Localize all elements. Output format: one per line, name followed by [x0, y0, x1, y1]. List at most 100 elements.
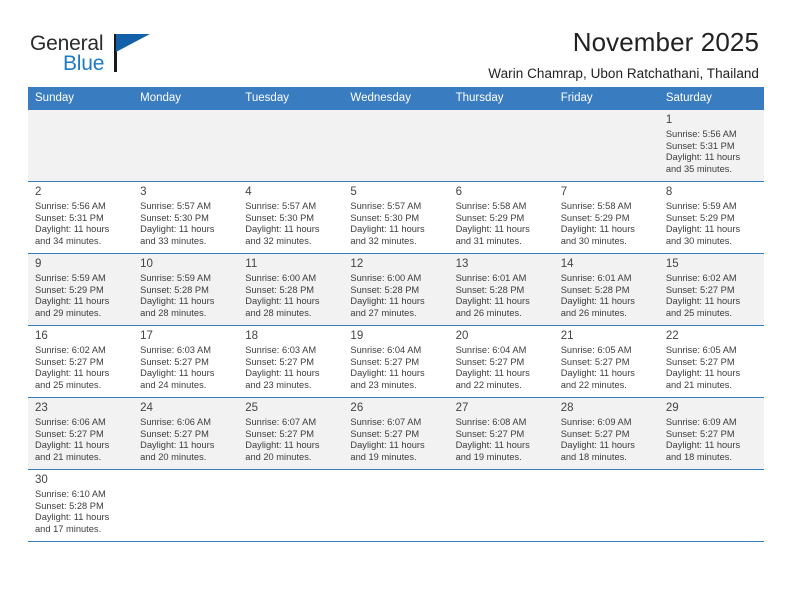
calendar-table: Sunday Monday Tuesday Wednesday Thursday…	[28, 87, 764, 542]
calendar-week-row: 1 Sunrise: 5:56 AM Sunset: 5:31 PM Daylig…	[28, 109, 764, 182]
weekday-header-monday: Monday	[133, 87, 239, 110]
calendar-cell-empty	[28, 109, 134, 182]
sun-times-info: Sunrise: 6:07 AM Sunset: 5:27 PM Dayligh…	[245, 417, 320, 462]
calendar-week-row: 16 Sunrise: 6:02 AM Sunset: 5:27 PM Dayli…	[28, 325, 764, 398]
sun-times-info: Sunrise: 6:05 AM Sunset: 5:27 PM Dayligh…	[665, 345, 741, 390]
calendar-day-cell[interactable]: 27 Sunrise: 6:08 AM Sunset: 5:27 PM Dayli…	[448, 397, 554, 470]
calendar-cell-empty	[448, 109, 554, 182]
day-number: 13	[455, 258, 469, 270]
sun-times-info: Sunrise: 6:03 AM Sunset: 5:27 PM Dayligh…	[245, 345, 320, 390]
calendar-day-cell[interactable]: 6 Sunrise: 5:58 AM Sunset: 5:29 PM Daylig…	[448, 181, 554, 254]
calendar-day-cell[interactable]: 24 Sunrise: 6:06 AM Sunset: 5:27 PM Dayli…	[133, 397, 239, 470]
calendar-day-cell[interactable]: 20 Sunrise: 6:04 AM Sunset: 5:27 PM Dayli…	[448, 325, 554, 398]
calendar-day-cell[interactable]: 21 Sunrise: 6:05 AM Sunset: 5:27 PM Dayli…	[553, 325, 659, 398]
sun-times-info: Sunrise: 6:04 AM Sunset: 5:27 PM Dayligh…	[350, 345, 425, 390]
day-number: 2	[35, 186, 42, 198]
brand-logo[interactable]: General Blue	[30, 26, 155, 78]
sun-times-info: Sunrise: 5:58 AM Sunset: 5:29 PM Dayligh…	[455, 201, 530, 246]
calendar-day-cell[interactable]: 18 Sunrise: 6:03 AM Sunset: 5:27 PM Dayli…	[238, 325, 344, 398]
day-number: 7	[560, 186, 568, 198]
calendar-cell-empty	[343, 469, 449, 542]
day-number: 28	[560, 402, 574, 414]
day-number: 27	[455, 402, 469, 414]
calendar-day-cell[interactable]: 12 Sunrise: 6:00 AM Sunset: 5:28 PM Dayli…	[343, 253, 449, 326]
weekday-header-wednesday: Wednesday	[343, 87, 449, 110]
calendar-day-cell[interactable]: 16 Sunrise: 6:02 AM Sunset: 5:27 PM Dayli…	[28, 325, 134, 398]
sun-times-info: Sunrise: 6:00 AM Sunset: 5:28 PM Dayligh…	[350, 273, 425, 318]
sun-times-info: Sunrise: 6:10 AM Sunset: 5:28 PM Dayligh…	[35, 489, 110, 534]
day-number: 16	[35, 330, 48, 342]
weekday-header-thursday: Thursday	[448, 87, 554, 110]
sun-times-info: Sunrise: 6:02 AM Sunset: 5:27 PM Dayligh…	[665, 273, 741, 318]
triangle-flag-icon	[116, 34, 150, 52]
calendar-day-cell[interactable]: 5 Sunrise: 5:57 AM Sunset: 5:30 PM Daylig…	[343, 181, 449, 254]
sun-times-info: Sunrise: 6:02 AM Sunset: 5:27 PM Dayligh…	[35, 345, 110, 390]
weekday-header-saturday: Saturday	[658, 87, 764, 110]
calendar-day-cell[interactable]: 9 Sunrise: 5:59 AM Sunset: 5:29 PM Daylig…	[28, 253, 134, 326]
calendar-day-cell[interactable]: 4 Sunrise: 5:57 AM Sunset: 5:30 PM Daylig…	[238, 181, 344, 254]
calendar-day-cell[interactable]: 19 Sunrise: 6:04 AM Sunset: 5:27 PM Dayli…	[343, 325, 449, 398]
calendar-day-cell[interactable]: 2 Sunrise: 5:56 AM Sunset: 5:31 PM Daylig…	[28, 181, 134, 254]
calendar-day-cell[interactable]: 14 Sunrise: 6:01 AM Sunset: 5:28 PM Dayli…	[553, 253, 659, 326]
calendar-page: General Blue November 2025 Warin Chamrap…	[0, 0, 792, 612]
calendar-day-cell[interactable]: 26 Sunrise: 6:07 AM Sunset: 5:27 PM Dayli…	[343, 397, 449, 470]
day-number: 6	[455, 186, 462, 198]
day-number: 25	[245, 402, 259, 414]
calendar-day-cell[interactable]: 25 Sunrise: 6:07 AM Sunset: 5:27 PM Dayli…	[238, 397, 344, 470]
day-number: 21	[560, 330, 574, 342]
calendar-day-cell[interactable]: 1 Sunrise: 5:56 AM Sunset: 5:31 PM Daylig…	[658, 109, 764, 182]
sun-times-info: Sunrise: 6:09 AM Sunset: 5:27 PM Dayligh…	[665, 417, 741, 462]
day-number: 10	[140, 258, 153, 270]
day-number: 17	[140, 330, 153, 342]
calendar-day-cell[interactable]: 15 Sunrise: 6:02 AM Sunset: 5:27 PM Dayli…	[658, 253, 764, 326]
calendar-day-cell[interactable]: 13 Sunrise: 6:01 AM Sunset: 5:28 PM Dayli…	[448, 253, 554, 326]
day-number: 22	[665, 330, 679, 342]
day-number: 11	[245, 258, 258, 270]
day-number: 26	[350, 402, 364, 414]
calendar-day-cell[interactable]: 3 Sunrise: 5:57 AM Sunset: 5:30 PM Daylig…	[133, 181, 239, 254]
weekday-header-tuesday: Tuesday	[238, 87, 344, 110]
day-number: 9	[35, 258, 42, 270]
day-number: 1	[665, 114, 673, 126]
day-number: 12	[350, 258, 364, 270]
calendar-cell-empty	[238, 469, 344, 542]
sun-times-info: Sunrise: 6:09 AM Sunset: 5:27 PM Dayligh…	[560, 417, 635, 462]
calendar-cell-empty	[343, 109, 449, 182]
calendar-header-row: Sunday Monday Tuesday Wednesday Thursday…	[28, 87, 764, 110]
calendar-day-cell[interactable]: 30 Sunrise: 6:10 AM Sunset: 5:28 PM Dayli…	[28, 469, 134, 542]
calendar-cell-empty	[553, 469, 659, 542]
calendar-day-cell[interactable]: 17 Sunrise: 6:03 AM Sunset: 5:27 PM Dayli…	[133, 325, 239, 398]
day-number: 19	[350, 330, 364, 342]
calendar-cell-empty	[553, 109, 659, 182]
day-number: 5	[350, 186, 357, 198]
sun-times-info: Sunrise: 5:56 AM Sunset: 5:31 PM Dayligh…	[35, 201, 110, 246]
calendar-day-cell[interactable]: 28 Sunrise: 6:09 AM Sunset: 5:27 PM Dayli…	[553, 397, 659, 470]
calendar-week-row: 30 Sunrise: 6:10 AM Sunset: 5:28 PM Dayli…	[28, 469, 764, 542]
day-number: 18	[245, 330, 259, 342]
calendar-day-cell[interactable]: 11 Sunrise: 6:00 AM Sunset: 5:28 PM Dayli…	[238, 253, 344, 326]
sun-times-info: Sunrise: 6:05 AM Sunset: 5:27 PM Dayligh…	[560, 345, 635, 390]
calendar-cell-empty	[658, 469, 764, 542]
sun-times-info: Sunrise: 6:00 AM Sunset: 5:28 PM Dayligh…	[245, 273, 320, 318]
sun-times-info: Sunrise: 5:59 AM Sunset: 5:28 PM Dayligh…	[140, 273, 215, 318]
calendar-day-cell[interactable]: 10 Sunrise: 5:59 AM Sunset: 5:28 PM Dayli…	[133, 253, 239, 326]
page-subtitle: Warin Chamrap, Ubon Ratchathani, Thailan…	[488, 66, 759, 81]
day-number: 3	[140, 186, 147, 198]
sun-times-info: Sunrise: 5:58 AM Sunset: 5:29 PM Dayligh…	[560, 201, 635, 246]
weekday-header-friday: Friday	[553, 87, 659, 110]
sun-times-info: Sunrise: 5:57 AM Sunset: 5:30 PM Dayligh…	[350, 201, 425, 246]
sun-times-info: Sunrise: 5:57 AM Sunset: 5:30 PM Dayligh…	[245, 201, 320, 246]
calendar-day-cell[interactable]: 7 Sunrise: 5:58 AM Sunset: 5:29 PM Daylig…	[553, 181, 659, 254]
page-title: November 2025	[572, 27, 759, 57]
day-number: 4	[245, 186, 252, 198]
calendar-body: 1 Sunrise: 5:56 AM Sunset: 5:31 PM Daylig…	[28, 109, 764, 542]
day-number: 24	[140, 402, 153, 414]
calendar-cell-empty	[238, 109, 344, 182]
calendar-day-cell[interactable]: 23 Sunrise: 6:06 AM Sunset: 5:27 PM Dayli…	[28, 397, 134, 470]
sun-times-info: Sunrise: 6:04 AM Sunset: 5:27 PM Dayligh…	[455, 345, 530, 390]
calendar-day-cell[interactable]: 8 Sunrise: 5:59 AM Sunset: 5:29 PM Daylig…	[658, 181, 764, 254]
calendar-day-cell[interactable]: 22 Sunrise: 6:05 AM Sunset: 5:27 PM Dayli…	[658, 325, 764, 398]
day-number: 8	[665, 186, 673, 198]
calendar-day-cell[interactable]: 29 Sunrise: 6:09 AM Sunset: 5:27 PM Dayli…	[658, 397, 764, 470]
sun-times-info: Sunrise: 6:01 AM Sunset: 5:28 PM Dayligh…	[560, 273, 635, 318]
